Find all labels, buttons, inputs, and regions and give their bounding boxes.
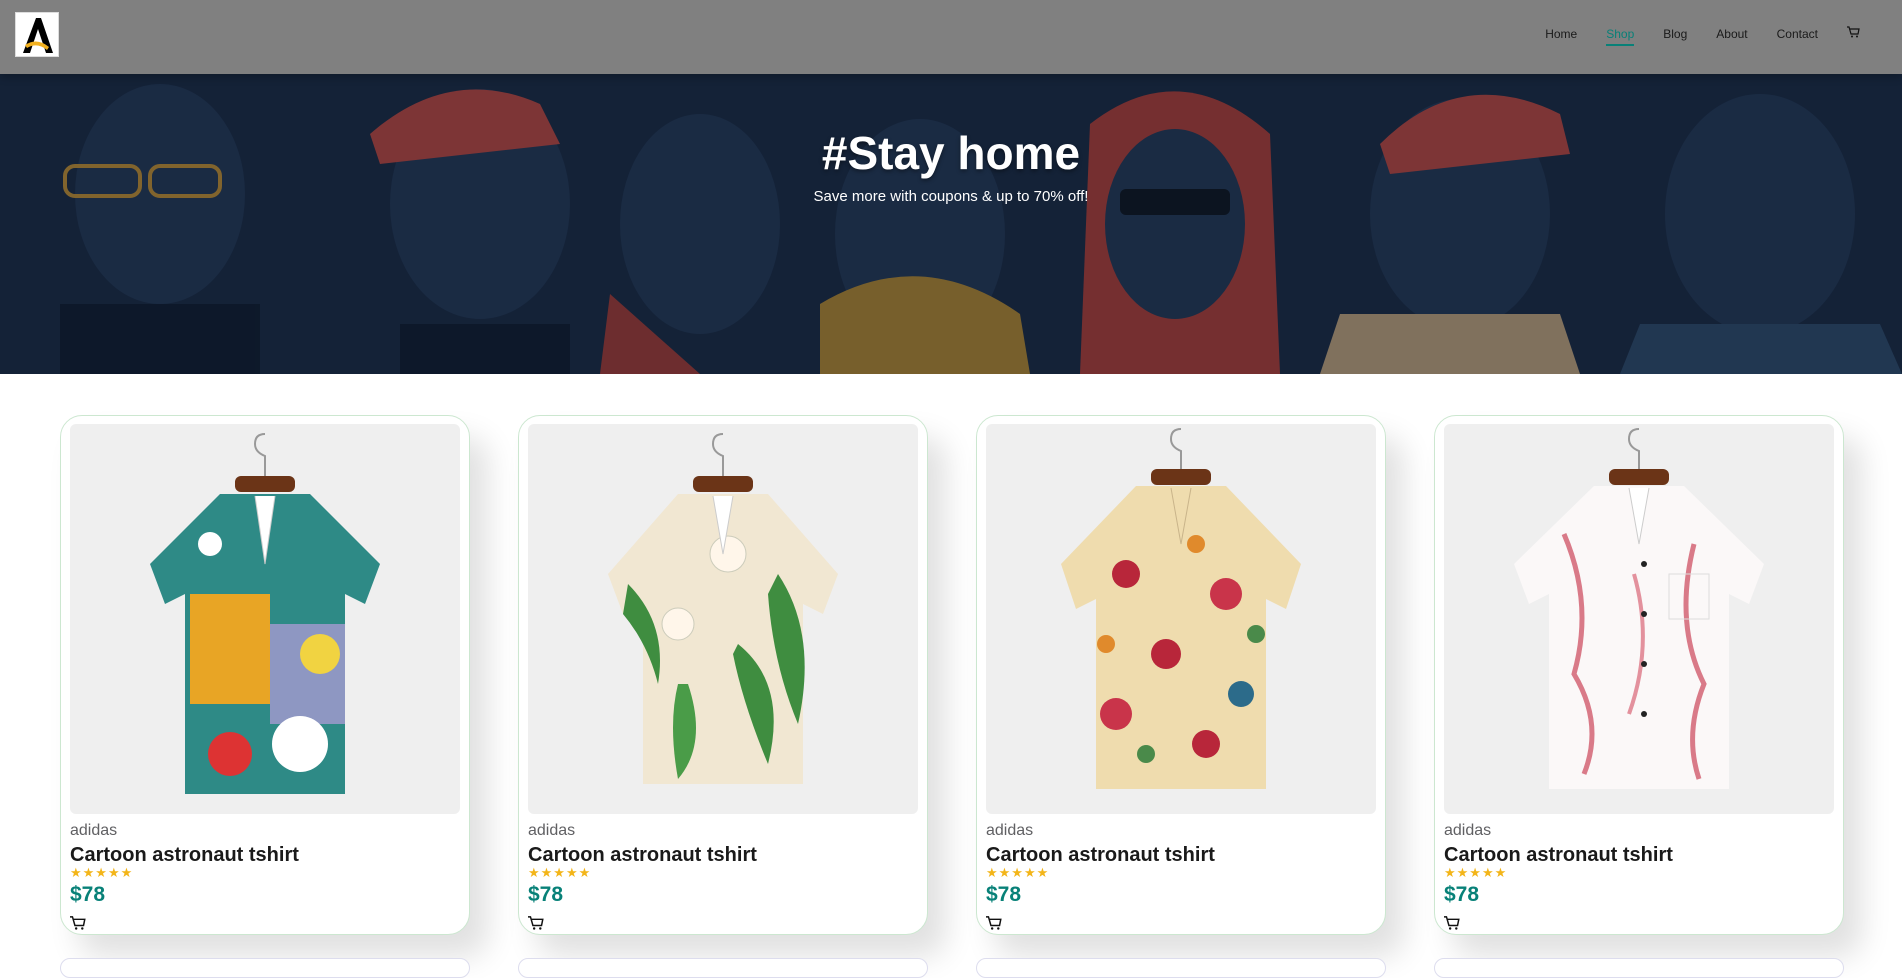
rating-stars: ★★★★★ xyxy=(986,865,1050,880)
product-brand: adidas xyxy=(528,822,576,839)
nav-shop[interactable]: Shop xyxy=(1606,27,1635,46)
rating-stars: ★★★★★ xyxy=(528,865,592,880)
cart-icon[interactable] xyxy=(1847,26,1860,41)
product-price: $78 xyxy=(1444,883,1480,906)
product-image[interactable] xyxy=(70,424,460,814)
add-to-cart-icon[interactable] xyxy=(986,915,1002,931)
rating-stars: ★★★★★ xyxy=(70,865,134,880)
nav-contact[interactable]: Contact xyxy=(1777,27,1818,41)
rating-stars: ★★★★★ xyxy=(1444,865,1508,880)
hero-illustration xyxy=(0,74,1902,374)
product-card-partial[interactable] xyxy=(976,958,1386,978)
product-card[interactable]: adidas Cartoon astronaut tshirt ★★★★★ $7… xyxy=(518,415,928,935)
add-to-cart-icon[interactable] xyxy=(1444,915,1460,931)
product-card-partial[interactable] xyxy=(1434,958,1844,978)
site-logo[interactable] xyxy=(15,12,59,57)
product-price: $78 xyxy=(528,883,564,906)
hero-title: #Stay home xyxy=(821,127,1081,179)
product-price: $78 xyxy=(70,883,106,906)
product-brand: adidas xyxy=(70,822,118,839)
product-image[interactable] xyxy=(986,424,1376,814)
hero-banner: #Stay home Save more with coupons & up t… xyxy=(0,74,1902,374)
product-price: $78 xyxy=(986,883,1022,906)
product-name[interactable]: Cartoon astronaut tshirt xyxy=(70,844,299,867)
site-header: Home Shop Blog About Contact xyxy=(0,0,1902,74)
add-to-cart-icon[interactable] xyxy=(528,915,544,931)
product-name[interactable]: Cartoon astronaut tshirt xyxy=(528,844,757,867)
product-card[interactable]: adidas Cartoon astronaut tshirt ★★★★★ $7… xyxy=(976,415,1386,935)
product-image[interactable] xyxy=(1444,424,1834,814)
main-nav: Home Shop Blog About Contact xyxy=(1516,26,1860,46)
product-card-partial[interactable] xyxy=(60,958,470,978)
product-brand: adidas xyxy=(1444,822,1492,839)
product-card[interactable]: adidas Cartoon astronaut tshirt ★★★★★ $7… xyxy=(60,415,470,935)
hero-subtitle: Save more with coupons & up to 70% off! xyxy=(813,188,1089,205)
nav-about[interactable]: About xyxy=(1716,27,1747,41)
product-name[interactable]: Cartoon astronaut tshirt xyxy=(1444,844,1673,867)
product-card[interactable]: adidas Cartoon astronaut tshirt ★★★★★ $7… xyxy=(1434,415,1844,935)
product-image[interactable] xyxy=(528,424,918,814)
nav-home[interactable]: Home xyxy=(1545,27,1577,41)
product-card-partial[interactable] xyxy=(518,958,928,978)
product-brand: adidas xyxy=(986,822,1034,839)
product-name[interactable]: Cartoon astronaut tshirt xyxy=(986,844,1215,867)
nav-blog[interactable]: Blog xyxy=(1663,27,1687,41)
logo-icon xyxy=(23,17,53,53)
add-to-cart-icon[interactable] xyxy=(70,915,86,931)
